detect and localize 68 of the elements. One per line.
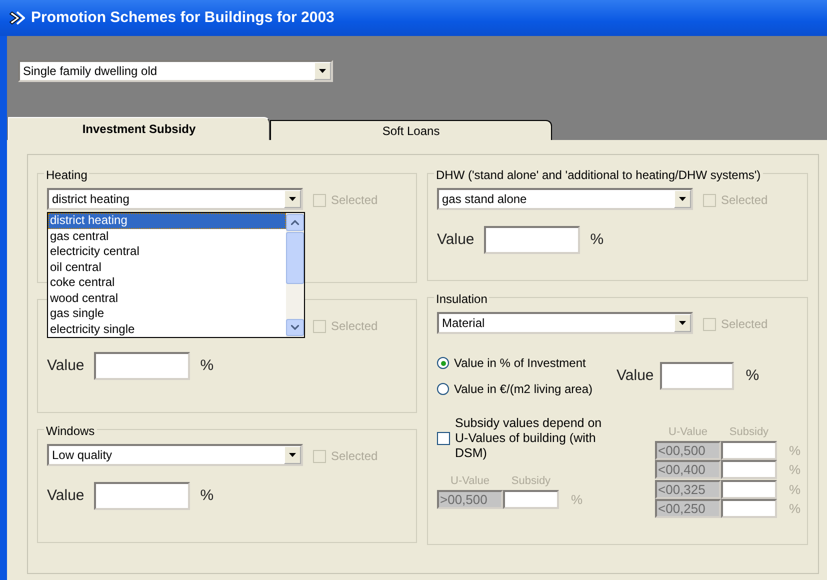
tab[interactable]: Investment Subsidy <box>8 117 270 140</box>
checkbox-label: Selected <box>721 192 768 209</box>
unit-label: % <box>590 230 604 250</box>
value-field[interactable] <box>94 482 190 510</box>
value-field[interactable] <box>660 362 734 390</box>
caret-icon[interactable] <box>674 314 691 332</box>
dropdown[interactable]: Low quality <box>47 444 303 466</box>
radio-label: Value in €/(m2 living area) <box>454 381 593 398</box>
checkbox[interactable] <box>437 432 450 445</box>
scroll-thumb[interactable] <box>286 232 304 284</box>
checkbox-label: Subsidy values depend on U-Values of building (with DSM) <box>455 416 603 461</box>
subsidy-field[interactable] <box>721 499 777 518</box>
value-field[interactable] <box>94 352 190 380</box>
app-icon <box>9 11 25 25</box>
dropdown[interactable]: district heating <box>47 188 303 210</box>
u-value-field: <00,500 <box>655 440 721 460</box>
caret-icon[interactable] <box>284 190 301 208</box>
list-item[interactable]: electricity central <box>48 244 286 260</box>
checkbox-label: Selected <box>331 318 378 335</box>
checkbox-label: Selected <box>331 192 378 209</box>
unit-label: % <box>746 366 760 386</box>
subsidy-field[interactable] <box>721 480 777 499</box>
column-header: Subsidy <box>728 425 770 440</box>
value-label: Value <box>47 486 84 506</box>
value-label: Value <box>47 356 84 376</box>
checkbox-label: Selected <box>331 448 378 465</box>
unit-label: % <box>789 442 801 460</box>
column-header: Subsidy <box>510 474 552 489</box>
scrollbar[interactable] <box>286 213 304 337</box>
list-item[interactable]: gas single <box>48 306 286 322</box>
list-item[interactable]: electricity single <box>48 322 286 337</box>
window-title: Promotion Schemes for Buildings for 2003 <box>31 8 334 28</box>
caret-icon[interactable] <box>284 446 301 464</box>
column-header: U-Value <box>668 425 708 440</box>
unit-label: % <box>200 486 214 506</box>
subsidy-field[interactable] <box>503 490 559 509</box>
radio-button[interactable] <box>437 383 449 395</box>
value-field[interactable] <box>484 226 580 254</box>
scroll-up-button[interactable] <box>286 214 304 231</box>
caret-icon[interactable] <box>674 190 691 208</box>
radio-label: Value in % of Investment <box>454 355 586 372</box>
value-label: Value <box>437 230 474 250</box>
unit-label: % <box>571 490 583 508</box>
unit-label: % <box>789 461 801 479</box>
list-item[interactable]: oil central <box>48 260 286 275</box>
list-item[interactable]: district heating <box>48 213 286 228</box>
subsidy-field[interactable] <box>721 460 777 480</box>
unit-label: % <box>200 356 214 376</box>
list-item[interactable]: wood central <box>48 290 286 306</box>
value-label: Value <box>616 366 654 386</box>
u-value-field: >00,500 <box>437 490 503 509</box>
tab[interactable]: Soft Loans <box>270 120 552 140</box>
radio-button[interactable] <box>437 357 449 369</box>
list-item[interactable]: gas central <box>48 228 286 244</box>
list-item[interactable]: coke central <box>48 275 286 290</box>
scroll-down-button[interactable] <box>286 319 304 336</box>
u-value-field: <00,325 <box>655 480 721 499</box>
dropdown[interactable]: gas stand alone <box>437 188 693 210</box>
unit-label: % <box>789 480 801 498</box>
checkbox-label: Selected <box>721 316 768 333</box>
subsidy-field[interactable] <box>721 440 777 460</box>
unit-label: % <box>789 500 801 518</box>
dropdown[interactable]: Material <box>437 312 693 334</box>
column-header: U-Value <box>450 474 490 489</box>
dropdown[interactable]: Single family dwelling old <box>18 60 333 82</box>
caret-icon[interactable] <box>314 62 331 80</box>
u-value-field: <00,400 <box>655 460 721 480</box>
u-value-field: <00,250 <box>655 499 721 518</box>
